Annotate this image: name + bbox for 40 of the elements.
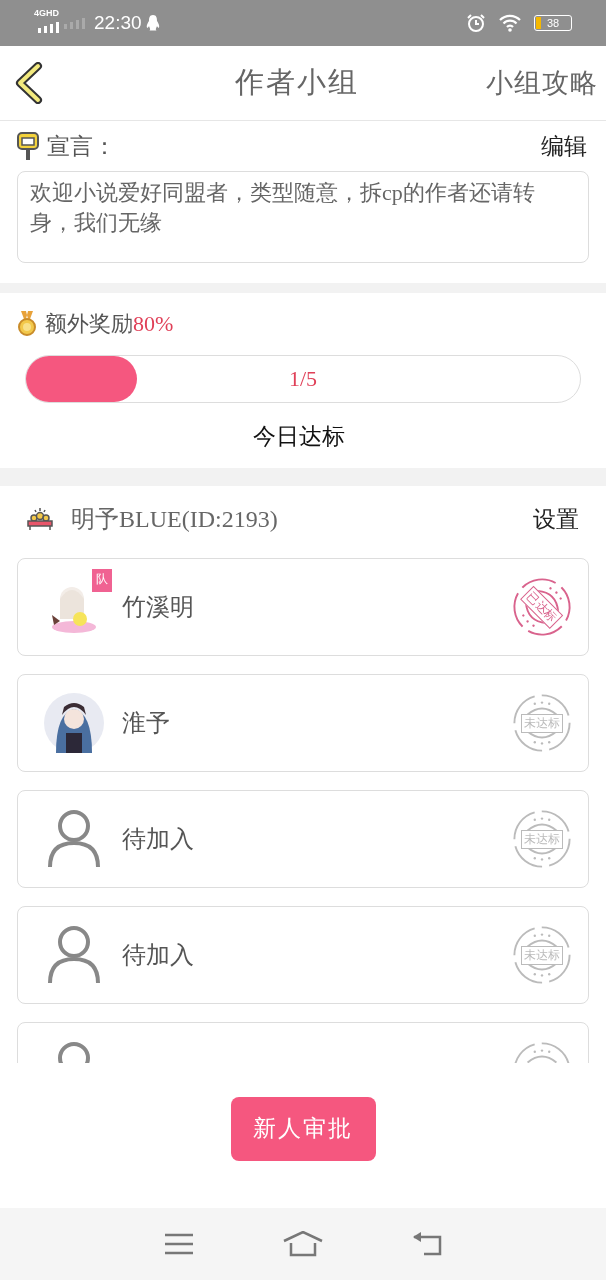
stamp-text: 未达标	[521, 945, 563, 965]
back-icon	[14, 62, 44, 104]
progress-text: 1/5	[288, 366, 318, 392]
signal-icon	[38, 21, 60, 33]
home-icon	[283, 1231, 323, 1257]
declaration-label: 宣言：	[47, 132, 117, 161]
member-card[interactable]: 队 竹溪明 已达标	[17, 558, 589, 656]
mailbox-icon	[17, 132, 39, 160]
wifi-icon	[498, 14, 522, 32]
guide-link[interactable]: 小组攻略	[486, 65, 598, 101]
penguin-icon	[145, 15, 160, 31]
person-icon	[47, 809, 101, 869]
medal-icon	[17, 311, 37, 337]
member-name: 待加入	[122, 941, 195, 970]
back-icon	[411, 1232, 442, 1256]
battery-fill	[536, 17, 542, 29]
edit-link[interactable]: 编辑	[541, 130, 587, 162]
person-icon	[47, 925, 101, 985]
captain-badge: 队	[92, 569, 112, 592]
member-card[interactable]: 待加入 未达标	[17, 790, 589, 888]
member-name: 竹溪明	[122, 593, 195, 622]
member-card[interactable]: 淮予 未达标	[17, 674, 589, 772]
member-name: 待加入	[122, 825, 195, 854]
menu-icon	[164, 1233, 195, 1255]
status-caption: 今日达标	[252, 423, 346, 451]
member-card[interactable]: 待加入 未达标	[17, 906, 589, 1004]
declaration-text: 欢迎小说爱好同盟者，类型随意，拆cp的作者还请转身，我们无缘	[17, 171, 589, 263]
member-name: 淮予	[122, 709, 171, 738]
podium-icon	[25, 507, 55, 531]
alarm-icon	[466, 13, 486, 33]
stamp-text: 已达标	[520, 585, 564, 629]
stamp-text: 未达标	[521, 829, 563, 849]
clock-time: 22:30	[94, 12, 142, 34]
bonus-label: 额外奖励80%	[45, 310, 174, 338]
stamp-text: 未达标	[521, 713, 563, 733]
battery-level: 38	[546, 17, 560, 29]
group-name: 明予BLUE(ID:2193)	[71, 505, 279, 534]
page-title: 作者小组	[234, 65, 360, 100]
settings-link[interactable]: 设置	[533, 503, 579, 535]
signal-icon	[64, 17, 86, 29]
